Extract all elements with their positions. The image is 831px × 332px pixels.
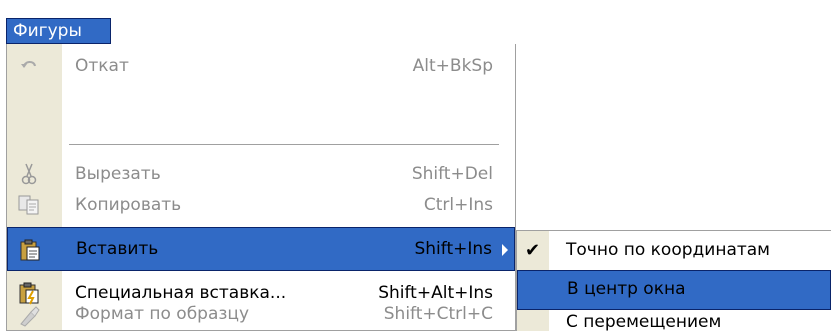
menu-item-shortcut: Shift+Ins — [414, 239, 492, 259]
paste-submenu: ✔ Точно по координатам В центр окна С пе… — [516, 230, 831, 332]
menu-item-shortcut: Alt+BkSp — [412, 56, 493, 76]
menu-item-shortcut: Shift+Del — [411, 164, 493, 184]
menu-item-shortcut: Shift+Alt+Ins — [378, 283, 493, 303]
copy-icon — [15, 191, 43, 219]
menu-item-label: Вставить — [76, 239, 159, 259]
undo-icon — [15, 52, 43, 80]
figures-dropdown-menu: Откат Alt+BkSp Вырезать Shift+Del Копиро… — [6, 44, 516, 331]
menu-separator — [69, 144, 499, 145]
menu-item-label: Формат по образцу — [75, 304, 250, 324]
submenu-item-label: В центр окна — [567, 279, 686, 299]
checkmark-icon: ✔ — [525, 240, 541, 261]
menu-item-undo[interactable]: Откат Alt+BkSp — [7, 44, 515, 88]
menu-item-paste[interactable]: Вставить Shift+Ins — [7, 227, 515, 271]
menu-item-label: Копировать — [75, 195, 182, 215]
submenu-item-window-center[interactable]: В центр окна — [517, 270, 831, 310]
menu-item-format-painter[interactable]: Формат по образцу Shift+Ctrl+C — [7, 302, 515, 331]
format-painter-icon — [15, 302, 43, 330]
menu-figures-label: Фигуры — [13, 21, 82, 41]
menu-item-label: Откат — [75, 56, 129, 76]
submenu-arrow-icon — [502, 244, 508, 256]
menu-item-label: Вырезать — [75, 164, 161, 184]
submenu-item-label: Точно по координатам — [566, 240, 771, 260]
menu-item-shortcut: Shift+Ctrl+C — [383, 304, 493, 324]
menu-item-label: Специальная вставка... — [75, 283, 287, 303]
menu-item-shortcut: Ctrl+Ins — [423, 195, 493, 215]
submenu-item-with-move[interactable]: С перемещением — [517, 310, 831, 332]
submenu-item-label: С перемещением — [566, 312, 722, 332]
paste-icon — [16, 236, 44, 264]
menu-figures[interactable]: Фигуры — [6, 18, 111, 44]
submenu-item-exact-coordinates[interactable]: ✔ Точно по координатам — [517, 231, 831, 270]
menu-item-copy[interactable]: Копировать Ctrl+Ins — [7, 183, 515, 227]
